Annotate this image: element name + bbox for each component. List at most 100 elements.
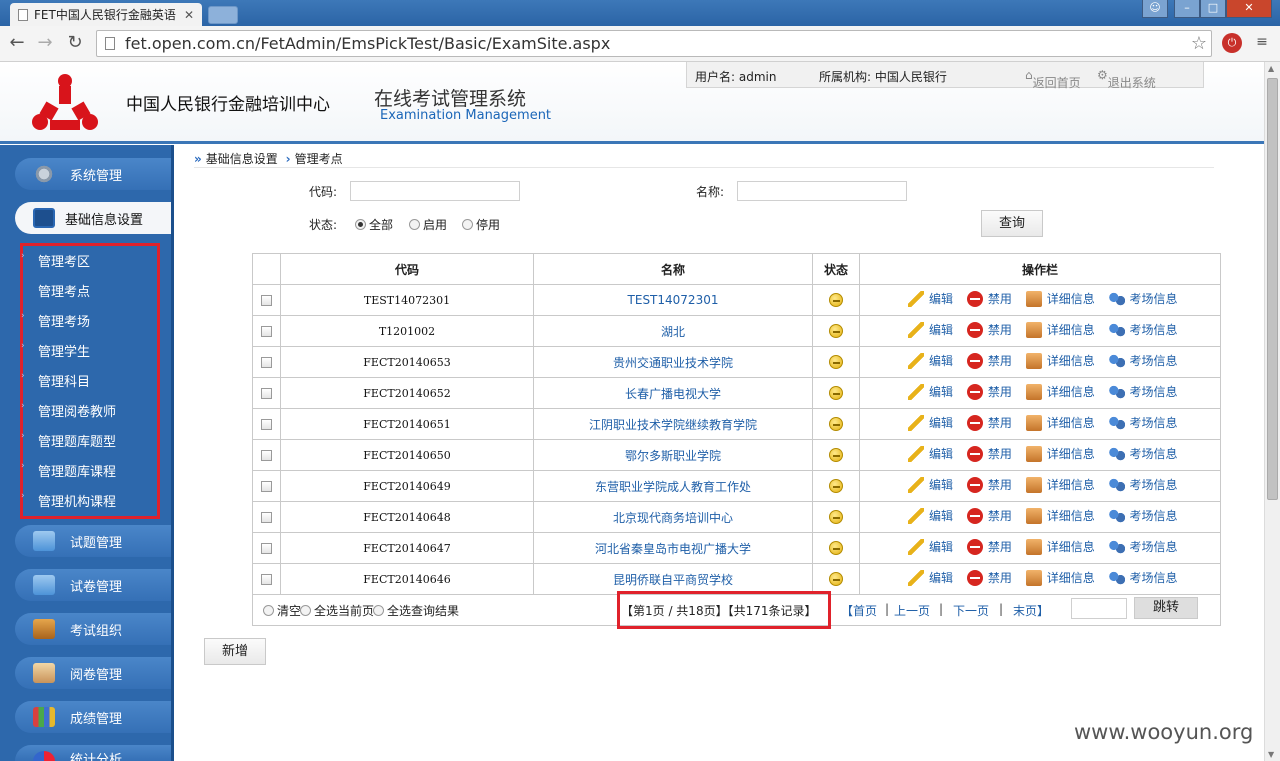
extension-icon[interactable]: ⏻	[1222, 33, 1242, 53]
row-checkbox[interactable]	[261, 543, 272, 554]
details-action[interactable]: 详细信息	[1025, 321, 1095, 338]
room-info-action[interactable]: 考场信息	[1108, 352, 1178, 369]
room-info-action[interactable]: 考场信息	[1108, 445, 1178, 462]
select-all-results-radio[interactable]: 全选查询结果	[373, 602, 459, 619]
details-action[interactable]: 详细信息	[1025, 538, 1095, 555]
room-info-action[interactable]: 考场信息	[1108, 383, 1178, 400]
subitem-students[interactable]: › 管理学生	[21, 341, 90, 360]
edit-action[interactable]: 编辑	[908, 476, 953, 493]
bookmark-star-icon[interactable]: ☆	[1191, 33, 1207, 54]
row-checkbox[interactable]	[261, 419, 272, 430]
prev-page-link[interactable]: 上一页	[894, 602, 930, 619]
room-info-action[interactable]: 考场信息	[1108, 414, 1178, 431]
row-name[interactable]: 长春广播电视大学	[533, 377, 813, 409]
status-disabled-radio[interactable]: 停用	[462, 216, 500, 233]
details-action[interactable]: 详细信息	[1025, 290, 1095, 307]
edit-action[interactable]: 编辑	[908, 569, 953, 586]
sidebar-item-basic-info[interactable]: 基础信息设置	[15, 202, 171, 234]
sidebar-item-grading[interactable]: 阅卷管理	[15, 657, 171, 689]
room-info-action[interactable]: 考场信息	[1108, 290, 1178, 307]
sidebar-item-stats[interactable]: 统计分析	[15, 745, 171, 761]
scroll-up-arrow-icon[interactable]: ▲	[1268, 64, 1274, 73]
row-name[interactable]: 贵州交通职业技术学院	[533, 346, 813, 378]
edit-action[interactable]: 编辑	[908, 290, 953, 307]
row-checkbox[interactable]	[261, 357, 272, 368]
sidebar-item-scores[interactable]: 成绩管理	[15, 701, 171, 733]
back-arrow-icon[interactable]: ←	[6, 32, 28, 54]
row-checkbox[interactable]	[261, 388, 272, 399]
name-input[interactable]	[737, 181, 907, 201]
browser-menu-icon[interactable]: ≡	[1254, 34, 1270, 50]
page-scrollbar[interactable]: ▲ ▼	[1264, 62, 1280, 761]
sidebar-item-system[interactable]: 系统管理	[15, 158, 171, 190]
details-action[interactable]: 详细信息	[1025, 507, 1095, 524]
row-checkbox[interactable]	[261, 326, 272, 337]
radio-button[interactable]	[409, 219, 420, 230]
disable-action[interactable]: 禁用	[966, 352, 1012, 369]
select-page-radio[interactable]: 全选当前页	[300, 602, 374, 619]
disable-action[interactable]: 禁用	[966, 445, 1012, 462]
last-page-link[interactable]: 末页】	[1013, 602, 1049, 619]
next-page-link[interactable]: 下一页	[953, 602, 989, 619]
room-info-action[interactable]: 考场信息	[1108, 476, 1178, 493]
row-name[interactable]: TEST14072301	[533, 284, 813, 316]
details-action[interactable]: 详细信息	[1025, 569, 1095, 586]
forward-arrow-icon[interactable]: →	[34, 32, 56, 54]
row-name[interactable]: 河北省秦皇岛市电视广播大学	[533, 532, 813, 564]
maximize-button[interactable]: □	[1200, 0, 1226, 18]
jump-button[interactable]: 跳转	[1134, 597, 1198, 619]
close-window-button[interactable]: ✕	[1226, 0, 1272, 18]
subitem-exam-site[interactable]: 管理考点	[38, 281, 90, 300]
disable-action[interactable]: 禁用	[966, 321, 1012, 338]
status-all-radio[interactable]: 全部	[355, 216, 393, 233]
edit-action[interactable]: 编辑	[908, 414, 953, 431]
disable-action[interactable]: 禁用	[966, 507, 1012, 524]
details-action[interactable]: 详细信息	[1025, 414, 1095, 431]
edit-action[interactable]: 编辑	[908, 352, 953, 369]
row-name[interactable]: 东营职业学院成人教育工作处	[533, 470, 813, 502]
row-name[interactable]: 鄂尔多斯职业学院	[533, 439, 813, 471]
page-jump-input[interactable]	[1071, 598, 1127, 619]
query-button[interactable]: 查询	[981, 210, 1043, 237]
edit-action[interactable]: 编辑	[908, 383, 953, 400]
row-name[interactable]: 昆明侨联自平商贸学校	[533, 563, 813, 595]
radio-button[interactable]	[300, 605, 311, 616]
row-checkbox[interactable]	[261, 481, 272, 492]
radio-button[interactable]	[462, 219, 473, 230]
disable-action[interactable]: 禁用	[966, 569, 1012, 586]
subitem-subjects[interactable]: › 管理科目	[21, 371, 90, 390]
row-checkbox[interactable]	[261, 295, 272, 306]
details-action[interactable]: 详细信息	[1025, 445, 1095, 462]
subitem-exam-area[interactable]: › 管理考区	[21, 251, 90, 270]
radio-button[interactable]	[263, 605, 274, 616]
edit-action[interactable]: 编辑	[908, 538, 953, 555]
disable-action[interactable]: 禁用	[966, 383, 1012, 400]
row-name[interactable]: 北京现代商务培训中心	[533, 501, 813, 533]
details-action[interactable]: 详细信息	[1025, 352, 1095, 369]
logout-link[interactable]: ⚙ 退出系统	[1097, 68, 1156, 90]
clear-selection-radio[interactable]: 清空	[263, 602, 301, 619]
subitem-graders[interactable]: › 管理阅卷教师	[21, 401, 116, 420]
sidebar-item-exam-org[interactable]: 考试组织	[15, 613, 171, 645]
subitem-bank-courses[interactable]: › 管理题库课程	[21, 461, 116, 480]
row-name[interactable]: 湖北	[533, 315, 813, 347]
user-profile-icon[interactable]: ☺	[1142, 0, 1168, 18]
disable-action[interactable]: 禁用	[966, 538, 1012, 555]
edit-action[interactable]: 编辑	[908, 445, 953, 462]
room-info-action[interactable]: 考场信息	[1108, 321, 1178, 338]
scroll-down-arrow-icon[interactable]: ▼	[1268, 750, 1274, 759]
reload-icon[interactable]: ↻	[64, 32, 86, 54]
room-info-action[interactable]: 考场信息	[1108, 569, 1178, 586]
minimize-button[interactable]: –	[1174, 0, 1200, 18]
details-action[interactable]: 详细信息	[1025, 383, 1095, 400]
scrollbar-thumb[interactable]	[1267, 78, 1278, 500]
sidebar-item-questions[interactable]: 试题管理	[15, 525, 171, 557]
first-page-link[interactable]: 【首页	[841, 602, 877, 619]
edit-action[interactable]: 编辑	[908, 507, 953, 524]
status-enabled-radio[interactable]: 启用	[409, 216, 447, 233]
row-checkbox[interactable]	[261, 512, 272, 523]
disable-action[interactable]: 禁用	[966, 476, 1012, 493]
radio-button[interactable]	[355, 219, 366, 230]
room-info-action[interactable]: 考场信息	[1108, 507, 1178, 524]
add-button[interactable]: 新增	[204, 638, 266, 665]
